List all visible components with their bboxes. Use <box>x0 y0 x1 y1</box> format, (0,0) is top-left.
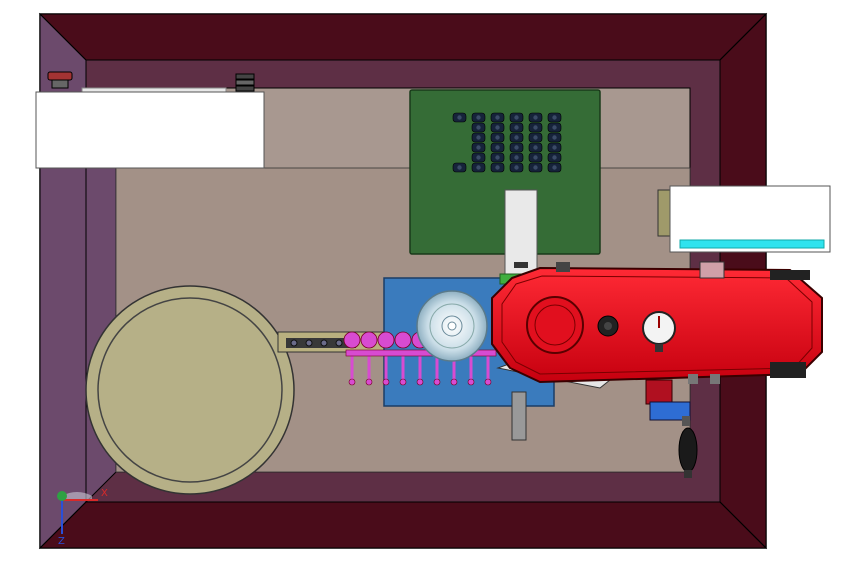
part-ball <box>394 331 412 349</box>
panel-button-icon <box>547 112 562 123</box>
panel-button-icon <box>547 132 562 143</box>
annotation-box-left[interactable] <box>35 91 265 169</box>
panel-button-icon <box>509 142 524 153</box>
panel-button-icon <box>452 112 467 123</box>
panel-button-icon <box>528 162 543 173</box>
panel-button-icon <box>490 162 505 173</box>
panel-button-icon <box>471 142 486 153</box>
bowl-feeder[interactable] <box>85 285 295 495</box>
panel-button-icon <box>509 152 524 163</box>
panel-button-icon <box>509 112 524 123</box>
panel-button-icon <box>490 132 505 143</box>
discharge-chute <box>511 391 527 441</box>
panel-button-icon <box>452 162 467 173</box>
cabinet-top-bevel <box>38 13 768 61</box>
panel-button-icon <box>547 162 562 173</box>
panel-button-icon <box>547 122 562 133</box>
panel-button-icon <box>547 142 562 153</box>
triad-x-label: X <box>101 488 108 499</box>
cyan-indicator <box>679 239 825 249</box>
part-ball <box>360 331 378 349</box>
panel-button-icon <box>528 142 543 153</box>
part-ball <box>343 331 361 349</box>
panel-button-icon <box>471 162 486 173</box>
panel-button-icon <box>471 152 486 163</box>
panel-button-icon <box>528 112 543 123</box>
panel-button-icon <box>509 122 524 133</box>
tool-head[interactable] <box>491 262 823 389</box>
panel-button-icon <box>528 152 543 163</box>
annotation-box-right[interactable] <box>657 185 831 253</box>
panel-button-icon <box>471 132 486 143</box>
cabinet-bottom-bevel <box>38 501 768 549</box>
slot-latch <box>514 262 528 268</box>
rotary-disc[interactable] <box>416 290 488 362</box>
panel-button-icon <box>509 132 524 143</box>
panel-button-icon <box>490 142 505 153</box>
panel-button-icon <box>509 162 524 173</box>
panel-button-icon <box>490 152 505 163</box>
part-ball <box>377 331 395 349</box>
control-panel[interactable] <box>409 89 601 277</box>
cad-viewport[interactable]: X Z <box>0 0 867 562</box>
panel-button-icon <box>528 122 543 133</box>
panel-button-icon <box>547 152 562 163</box>
panel-button-icon <box>471 112 486 123</box>
panel-button-icon <box>490 112 505 123</box>
panel-button-icon <box>471 122 486 133</box>
star-knob-icon[interactable] <box>597 315 619 337</box>
panel-button-icon <box>528 132 543 143</box>
panel-button-icon <box>490 122 505 133</box>
triad-z-label: Z <box>58 536 65 547</box>
